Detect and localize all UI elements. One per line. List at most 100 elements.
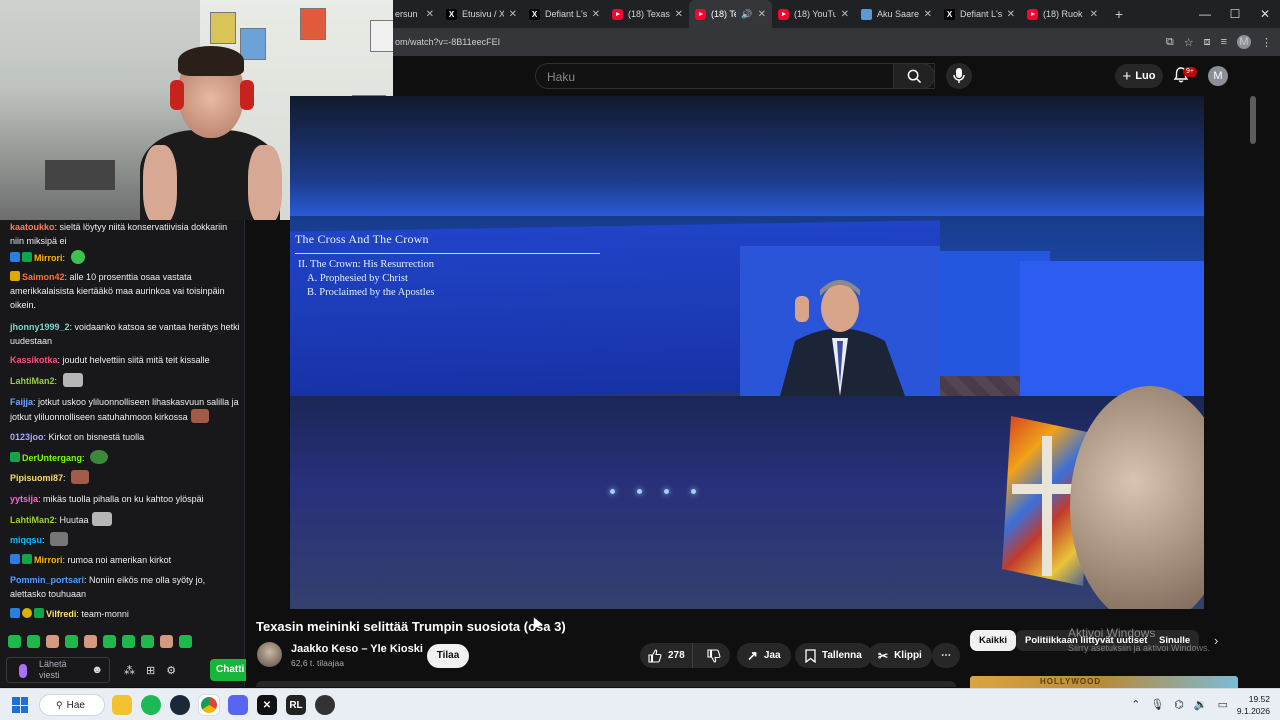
chat-username[interactable]: yytsija bbox=[10, 494, 38, 504]
extensions-icon[interactable]: ⧈ bbox=[1204, 36, 1211, 49]
url-field[interactable]: om/watch?v=-8B11eecFEI bbox=[395, 37, 500, 47]
chat-username[interactable]: Mirrori bbox=[34, 253, 63, 263]
emote-icon[interactable] bbox=[103, 635, 116, 648]
page-scrollbar[interactable] bbox=[1248, 96, 1258, 686]
emoji-icon[interactable]: ☻ bbox=[91, 664, 103, 676]
chat-message-input[interactable]: Lähetä viesti ☻ bbox=[6, 657, 110, 683]
channel-name[interactable]: Jaakko Keso – Yle Kioski bbox=[291, 643, 423, 655]
chip-all[interactable]: Kaikki bbox=[970, 630, 1016, 651]
search-input[interactable]: Haku bbox=[535, 63, 935, 89]
maximize-button[interactable]: ☐ bbox=[1220, 0, 1250, 28]
close-tab-icon[interactable]: ✕ bbox=[426, 9, 434, 20]
face-emote-icon[interactable] bbox=[71, 470, 90, 484]
close-tab-icon[interactable]: ✕ bbox=[675, 9, 683, 20]
bookmark-star-icon[interactable]: ☆ bbox=[1184, 36, 1194, 49]
channel-avatar[interactable] bbox=[257, 642, 282, 667]
chat-send-button[interactable]: Chatti bbox=[210, 659, 246, 681]
microphone-icon[interactable] bbox=[19, 664, 27, 678]
chat-username[interactable]: kaatoukko bbox=[10, 222, 55, 232]
yellow-badge-icon[interactable] bbox=[22, 608, 32, 618]
chevron-up-icon[interactable]: ⌃ bbox=[1131, 698, 1140, 711]
close-tab-icon[interactable]: ✕ bbox=[1090, 9, 1098, 20]
close-tab-icon[interactable]: ✕ bbox=[924, 9, 932, 20]
chat-username[interactable]: LahtiMan2 bbox=[10, 376, 55, 386]
discord-icon[interactable] bbox=[228, 695, 248, 715]
file-explorer-icon[interactable] bbox=[112, 695, 132, 715]
emote-icon[interactable] bbox=[141, 635, 154, 648]
steam-icon[interactable] bbox=[170, 695, 190, 715]
emote-icon[interactable] bbox=[160, 635, 173, 648]
close-tab-icon[interactable]: ✕ bbox=[1007, 9, 1015, 20]
account-avatar[interactable]: M bbox=[1208, 66, 1228, 86]
chat-username[interactable]: miqqsu bbox=[10, 535, 42, 545]
audio-playing-icon[interactable]: 🔊 bbox=[741, 9, 752, 20]
settings-icon[interactable]: ⚙ bbox=[166, 664, 176, 677]
green-badge-icon[interactable] bbox=[22, 554, 32, 564]
app-icon[interactable]: RL bbox=[286, 695, 306, 715]
taskbar-search[interactable]: ⚲ Hae bbox=[39, 694, 105, 716]
chat-username[interactable]: Kassikotka bbox=[10, 355, 58, 365]
browser-tab[interactable]: X Defiant L's ✕ bbox=[938, 0, 1021, 28]
blue-badge-icon[interactable] bbox=[10, 252, 20, 262]
like-button[interactable]: 278 bbox=[640, 643, 693, 668]
battery-icon[interactable]: ▭ bbox=[1218, 698, 1228, 711]
network-icon[interactable]: ⌬ bbox=[1174, 698, 1184, 711]
browser-tab[interactable]: X Defiant L's ✕ bbox=[523, 0, 606, 28]
browser-tab[interactable]: (18) YouTu ✕ bbox=[772, 0, 855, 28]
capcut-icon[interactable]: ✕ bbox=[257, 695, 277, 715]
recommended-video-thumbnail[interactable]: HOLLYWOOD bbox=[970, 676, 1238, 688]
voice-search-button[interactable] bbox=[946, 63, 972, 89]
browser-profile-avatar[interactable]: M bbox=[1237, 35, 1251, 49]
green-badge-icon[interactable] bbox=[10, 452, 20, 462]
video-player[interactable]: The Cross And The Crown II. The Crown: H… bbox=[290, 96, 1204, 609]
mic-tray-icon[interactable]: 🎙 bbox=[1150, 698, 1164, 711]
close-tab-icon[interactable]: ✕ bbox=[758, 9, 766, 20]
more-actions-button[interactable]: ⋯ bbox=[932, 643, 960, 668]
green-badge-icon[interactable] bbox=[22, 252, 32, 262]
browser-menu-icon[interactable]: ⋮ bbox=[1261, 36, 1272, 49]
rock-emote-icon[interactable] bbox=[50, 532, 69, 546]
chat-username[interactable]: jhonny1999_2 bbox=[10, 322, 70, 332]
save-button[interactable]: Tallenna bbox=[795, 643, 872, 668]
windows-start-icon[interactable] bbox=[12, 697, 28, 713]
create-button[interactable]: + Luo bbox=[1115, 64, 1163, 88]
browser-tab[interactable]: (18) Texas ✕ bbox=[606, 0, 689, 28]
close-tab-icon[interactable]: ✕ bbox=[509, 9, 517, 20]
chat-username[interactable]: Faijja bbox=[10, 397, 33, 407]
subscribe-button[interactable]: Tilaa bbox=[427, 644, 469, 668]
dislike-button[interactable] bbox=[699, 648, 730, 663]
emote-icon[interactable] bbox=[84, 635, 97, 648]
taskbar-clock[interactable]: 19.52 9.1.2026 bbox=[1237, 693, 1270, 717]
new-tab-button[interactable]: + bbox=[1108, 6, 1130, 22]
chat-username[interactable]: LahtiMan2 bbox=[10, 515, 55, 525]
chat-username[interactable]: Vilfredi bbox=[46, 609, 76, 619]
emote-icon[interactable] bbox=[8, 635, 21, 648]
frog-emote-icon[interactable] bbox=[70, 250, 85, 264]
browser-tab-active[interactable]: (18) Te 🔊 ✕ bbox=[689, 0, 772, 28]
cast-icon[interactable]: ⧉ bbox=[1166, 36, 1174, 49]
cat-emote-icon[interactable] bbox=[62, 373, 83, 387]
crown-badge-icon[interactable] bbox=[10, 271, 20, 281]
chat-username[interactable]: DerUntergang bbox=[22, 453, 82, 463]
blue-badge-icon[interactable] bbox=[10, 554, 20, 564]
face-emote-icon[interactable] bbox=[190, 409, 209, 423]
blue-badge-icon[interactable] bbox=[10, 608, 20, 618]
chrome-icon[interactable] bbox=[199, 695, 219, 715]
emote-icon[interactable] bbox=[179, 635, 192, 648]
browser-tab[interactable]: ersun ✕ bbox=[393, 0, 440, 28]
close-window-button[interactable]: ✕ bbox=[1250, 0, 1280, 28]
volume-icon[interactable]: 🔉 bbox=[1194, 698, 1208, 711]
scrollbar-thumb[interactable] bbox=[1250, 96, 1256, 144]
obs-icon[interactable] bbox=[315, 695, 335, 715]
browser-tab[interactable]: (18) Ruok ✕ bbox=[1021, 0, 1104, 28]
emote-icon[interactable] bbox=[27, 635, 40, 648]
emote-icon[interactable] bbox=[46, 635, 59, 648]
chat-username[interactable]: Saimon42 bbox=[22, 272, 65, 282]
close-tab-icon[interactable]: ✕ bbox=[592, 9, 600, 20]
chip-next-chevron-icon[interactable]: › bbox=[1214, 633, 1218, 648]
clip-button[interactable]: ✂ Klippi bbox=[868, 643, 932, 668]
store-icon[interactable]: ⊞ bbox=[146, 664, 155, 677]
close-tab-icon[interactable]: ✕ bbox=[841, 9, 849, 20]
pepe-emote-icon[interactable] bbox=[90, 450, 109, 464]
media-controls-icon[interactable]: ≡ bbox=[1221, 36, 1227, 48]
